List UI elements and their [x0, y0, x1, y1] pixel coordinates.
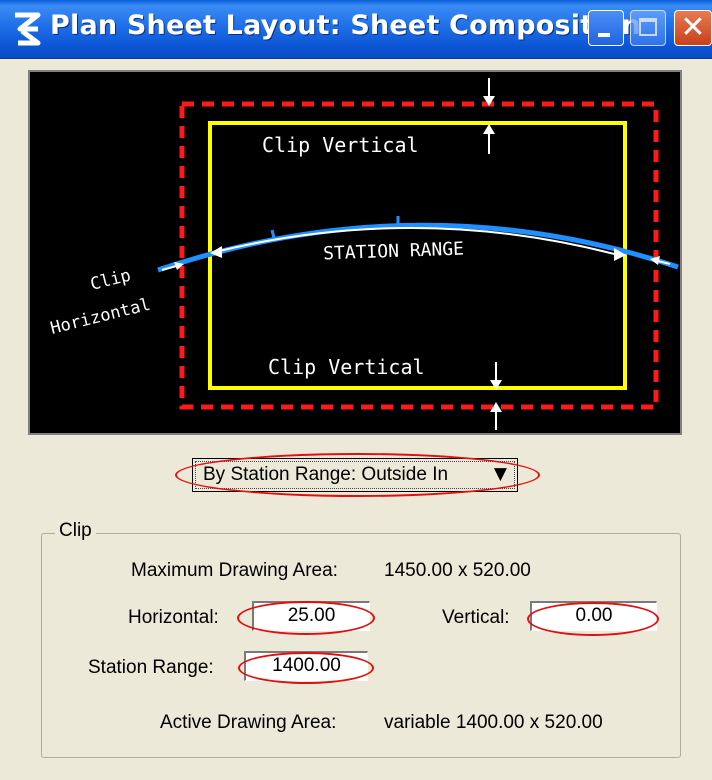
clip-horizontal-label-line2: Horizontal [48, 295, 152, 339]
sheet-composition-window: Plan Sheet Layout: Sheet Composition ✕ C… [0, 0, 712, 780]
maximize-button[interactable] [630, 10, 666, 46]
clip-vertical-arrowhead-top-up [483, 124, 495, 134]
station-tick [270, 229, 276, 239]
title-bar[interactable]: Plan Sheet Layout: Sheet Composition ✕ [0, 0, 712, 59]
clip-vertical-top-label: Clip Vertical [262, 133, 419, 157]
clip-vertical-bottom-label: Clip Vertical [268, 355, 425, 379]
horizontal-label: Horizontal: [128, 607, 219, 628]
close-button[interactable]: ✕ [674, 10, 712, 46]
preview-diagram: Clip Vertical Clip Vertical STATION RANG… [48, 78, 679, 430]
station-range-label: STATION RANGE [323, 238, 465, 264]
sheet-preview: Clip Vertical Clip Vertical STATION RANG… [28, 70, 682, 435]
mode-select[interactable]: By Station Range: Outside In ▼ [192, 458, 518, 492]
dropdown-arrow-icon[interactable]: ▼ [494, 464, 507, 484]
clip-horizontal-label-line1: Clip [88, 266, 133, 295]
station-range-field[interactable]: 1400.00 [244, 651, 368, 681]
mode-select-value: By Station Range: Outside In [203, 464, 449, 485]
minimize-button[interactable] [588, 10, 624, 46]
active-area-label: Active Drawing Area: [160, 712, 337, 733]
max-area-value: 1450.00 x 520.00 [384, 560, 531, 581]
station-range-label-field: Station Range: [88, 657, 214, 678]
minimize-icon [598, 33, 610, 37]
horizontal-field[interactable]: 25.00 [252, 601, 370, 631]
maximize-icon [639, 18, 657, 36]
vertical-field[interactable]: 0.00 [530, 601, 657, 631]
vertical-label: Vertical: [442, 607, 510, 628]
max-area-label: Maximum Drawing Area: [131, 560, 338, 581]
clip-group-label: Clip [55, 520, 96, 542]
active-area-value: variable 1400.00 x 520.00 [384, 712, 603, 733]
close-icon: ✕ [680, 10, 706, 45]
window-title: Plan Sheet Layout: Sheet Composition [50, 10, 641, 41]
app-icon [15, 12, 41, 46]
